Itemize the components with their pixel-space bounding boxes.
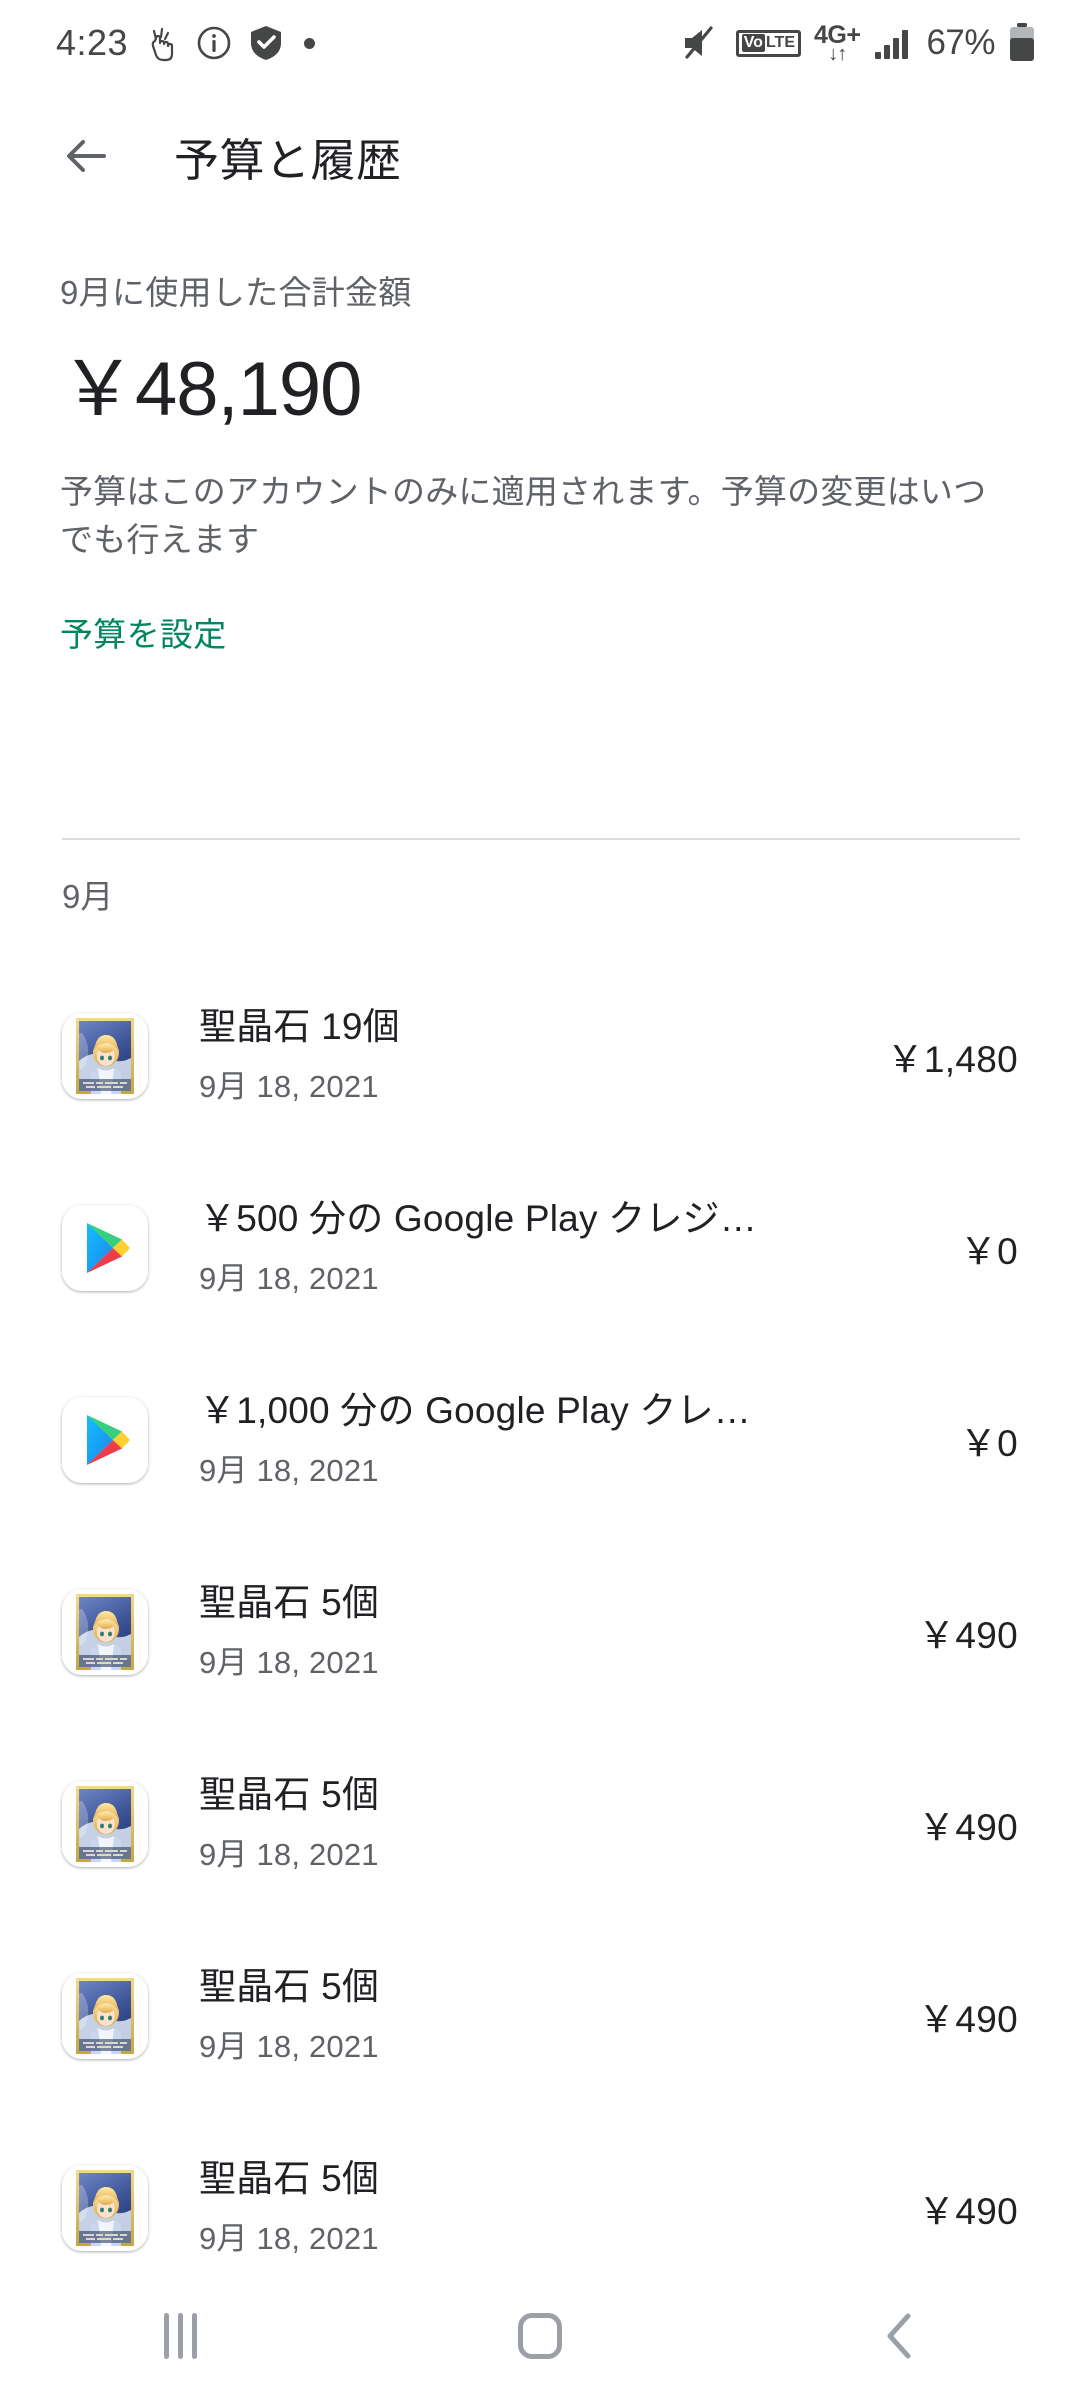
purchase-price: ￥490	[918, 1999, 1018, 2040]
purchase-info: 聖晶石 5個 9月 18, 2021	[199, 1966, 894, 2066]
recents-icon	[163, 2313, 197, 2359]
purchase-price: ￥490	[918, 2191, 1018, 2232]
purchase-title: 聖晶石 5個	[199, 1582, 380, 1624]
fgo-app-icon	[62, 1973, 148, 2059]
gesture-icon	[151, 27, 174, 62]
app-icon	[62, 1397, 148, 1483]
shield-check-icon	[251, 26, 282, 60]
app-bar: 予算と履歴	[0, 86, 1080, 226]
purchase-date: 9月 18, 2021	[199, 1068, 379, 1104]
arrow-left-icon	[67, 140, 106, 172]
purchase-title: 聖晶石 5個	[199, 1966, 380, 2008]
chevron-left-icon	[887, 2313, 911, 2359]
google-play-icon	[62, 1205, 148, 1291]
purchase-info: ￥1,000 分の Google Play クレ… 9月 18, 2021	[199, 1390, 936, 1490]
purchase-date: 9月 18, 2021	[199, 2028, 379, 2064]
summary-amount: ￥48,190	[60, 347, 362, 432]
dot-indicator-icon	[304, 37, 316, 49]
purchase-info: 聖晶石 19個 9月 18, 2021	[199, 1006, 863, 1106]
back-button[interactable]	[44, 114, 128, 198]
table-row[interactable]: 聖晶石 5個 9月 18, 2021 ￥490	[0, 1728, 1080, 1920]
signal-bars-icon	[875, 30, 909, 59]
battery-percent-label: 67%	[926, 23, 995, 62]
app-icon	[62, 1973, 148, 2059]
fgo-app-icon	[62, 1781, 148, 1867]
system-nav-bar	[0, 2272, 1080, 2400]
app-icon	[62, 1781, 148, 1867]
nav-recents-button[interactable]	[100, 2272, 260, 2400]
spend-summary: 9月に使用した合計金額 ￥48,190 予算はこのアカウントのみに適用されます。…	[0, 266, 1080, 656]
purchase-date: 9月 18, 2021	[199, 1836, 379, 1872]
status-clock: 4:23	[56, 22, 129, 63]
network-4gplus-icon: 4G+ ↓↑	[813, 20, 861, 65]
purchase-info: ￥500 分の Google Play クレジ… 9月 18, 2021	[199, 1198, 936, 1298]
app-icon	[62, 1205, 148, 1291]
purchase-info: 聖晶石 5個 9月 18, 2021	[199, 1582, 894, 1682]
purchase-price: ￥0	[959, 1231, 1018, 1272]
volte-icon: Vo LTE	[735, 29, 801, 57]
purchase-date: 9月 18, 2021	[199, 1452, 379, 1488]
phone-screen: 4:23 Vo LTE 4G+ ↓↑ 67% 予算と履歴 9月に使用した合計金額…	[0, 0, 1080, 2400]
purchase-title: 聖晶石 5個	[199, 2158, 380, 2200]
app-icon	[62, 1013, 148, 1099]
section-divider	[62, 838, 1020, 840]
table-row[interactable]: ￥1,000 分の Google Play クレ… 9月 18, 2021 ￥0	[0, 1344, 1080, 1536]
summary-description: 予算はこのアカウントのみに適用されます。予算の変更はいつでも行えます	[60, 473, 987, 558]
page-title: 予算と履歴	[174, 134, 402, 186]
app-icon	[62, 1589, 148, 1675]
mute-icon	[684, 26, 713, 59]
purchase-price: ￥1,480	[886, 1039, 1018, 1080]
table-row[interactable]: 聖晶石 5個 9月 18, 2021 ￥490	[0, 1536, 1080, 1728]
fgo-app-icon	[62, 1013, 148, 1099]
purchase-date: 9月 18, 2021	[199, 1260, 379, 1296]
nav-home-button[interactable]	[460, 2272, 620, 2400]
purchase-date: 9月 18, 2021	[199, 2220, 379, 2256]
purchase-price: ￥490	[918, 1807, 1018, 1848]
status-bar: 4:23 Vo LTE 4G+ ↓↑ 67%	[0, 0, 1080, 86]
purchase-title: 聖晶石 19個	[199, 1006, 400, 1048]
home-icon	[518, 2313, 562, 2359]
fgo-app-icon	[62, 2165, 148, 2251]
app-icon	[62, 2165, 148, 2251]
table-row[interactable]: ￥500 分の Google Play クレジ… 9月 18, 2021 ￥0	[0, 1152, 1080, 1344]
status-bar-right: Vo LTE 4G+ ↓↑ 67%	[681, 20, 1036, 65]
purchase-info: 聖晶石 5個 9月 18, 2021	[199, 1774, 894, 1874]
set-budget-link[interactable]: 予算を設定	[60, 608, 227, 656]
battery-icon	[1010, 23, 1034, 61]
purchase-title: ￥1,000 分の Google Play クレ…	[199, 1390, 751, 1432]
info-icon	[197, 26, 231, 60]
status-bar-left: 4:23	[56, 22, 316, 64]
table-row[interactable]: 聖晶石 19個 9月 18, 2021 ￥1,480	[0, 960, 1080, 1152]
purchase-title: ￥500 分の Google Play クレジ…	[199, 1198, 757, 1240]
month-header: 9月	[62, 878, 114, 915]
fgo-app-icon	[62, 1589, 148, 1675]
purchase-title: 聖晶石 5個	[199, 1774, 380, 1816]
google-play-icon	[62, 1397, 148, 1483]
summary-label: 9月に使用した合計金額	[60, 274, 412, 311]
purchase-history-list[interactable]: 聖晶石 19個 9月 18, 2021 ￥1,480 ￥500 分の Google P…	[0, 960, 1080, 2400]
purchase-date: 9月 18, 2021	[199, 1644, 379, 1680]
table-row[interactable]: 聖晶石 5個 9月 18, 2021 ￥490	[0, 1920, 1080, 2112]
purchase-price: ￥490	[918, 1615, 1018, 1656]
nav-back-button[interactable]	[820, 2272, 980, 2400]
purchase-info: 聖晶石 5個 9月 18, 2021	[199, 2158, 894, 2258]
purchase-price: ￥0	[959, 1423, 1018, 1464]
